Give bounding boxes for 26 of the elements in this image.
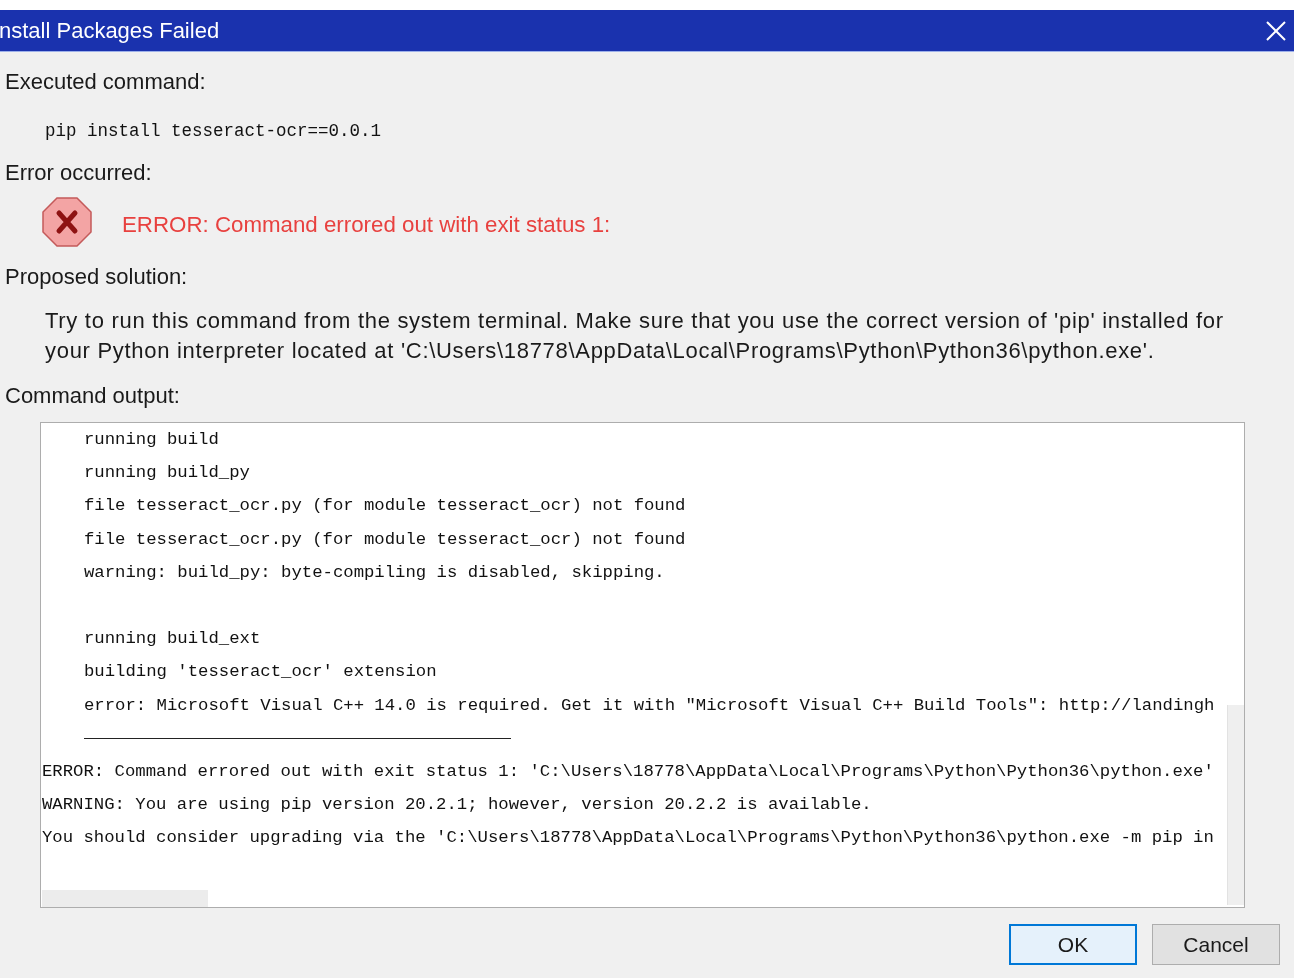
error-message: ERROR: Command errored out with exit status 1: — [122, 211, 611, 238]
window-title: nstall Packages Failed — [0, 17, 220, 44]
command-text: pip install tesseract-ocr==0.0.1 — [45, 120, 382, 143]
output-line: You should consider upgrading via the 'C:\Users\18778\AppData\Local\Programs\Python\Python36\python.exe -m pip in — [42, 827, 1214, 850]
dialog-button[interactable]: OK — [1009, 924, 1137, 965]
output-line: error: Microsoft Visual C++ 14.0 is required. Get it with "Microsoft Visual C++ Build Tools": http://landingh — [84, 694, 1215, 717]
vertical-scroll-thumb[interactable] — [1227, 705, 1244, 905]
output-line: running build_ext — [84, 628, 261, 651]
section-label: Command output: — [5, 383, 180, 409]
output-line: WARNING: You are using pip version 20.2.1; however, version 20.2.2 is available. — [42, 794, 872, 817]
output-line: warning: build_py: byte-compiling is disabled, skipping. — [84, 561, 665, 584]
close-icon — [1266, 20, 1286, 41]
section-label: Executed command: — [5, 69, 206, 95]
output-line: ERROR: Command errored out with exit status 1: 'C:\Users\18778\AppData\Local\Programs\Python\Python36\python.exe' — [42, 761, 1214, 783]
horizontal-scroll-thumb[interactable] — [42, 890, 208, 907]
error-icon — [42, 197, 92, 247]
output-line: building 'tesseract_ocr' extension — [84, 661, 437, 684]
output-line: running build — [84, 429, 219, 451]
solution-text: Try to run this command from the system terminal. Make sure that you use the correct version of 'pip' installed for your Python interpreter located at 'C:\Users\18778\AppData\Local\Programs\Python\Python36\python.exe'. — [45, 307, 1225, 365]
output-line: file tesseract_ocr.py (for module tesseract_ocr) not found — [84, 495, 686, 518]
close-button[interactable] — [1266, 20, 1286, 41]
dialog-button[interactable]: Cancel — [1152, 924, 1280, 965]
output-line: file tesseract_ocr.py (for module tesseract_ocr) not found — [84, 528, 686, 551]
section-label: Proposed solution: — [5, 264, 188, 290]
section-label: Error occurred: — [5, 160, 152, 186]
output-line: running build_py — [84, 462, 250, 485]
